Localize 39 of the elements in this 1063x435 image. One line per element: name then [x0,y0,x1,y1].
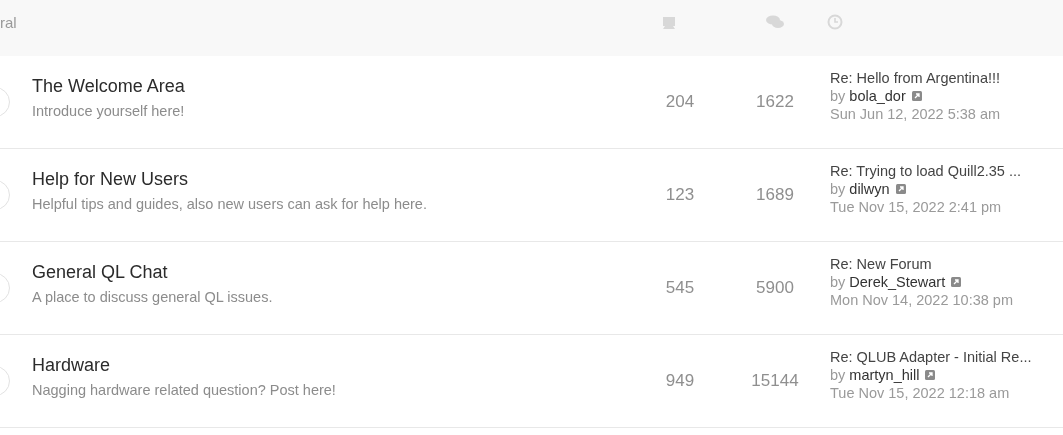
forum-description: Introduce yourself here! [32,102,186,119]
posts-count: 1689 [755,185,795,205]
category-title: ral [0,13,17,31]
topics-count: 123 [664,185,696,205]
go-to-post-icon[interactable] [951,277,962,287]
author-link[interactable]: martyn_hill [849,366,920,384]
by-label: by [830,273,846,291]
topics-count: 545 [664,278,696,298]
author-link[interactable]: bola_dor [849,87,906,105]
forum-title-link[interactable]: The Welcome Area [32,75,632,97]
last-post-link[interactable]: Re: New Forum [830,255,1013,273]
last-post-date: Mon Nov 14, 2022 10:38 pm [830,291,1013,309]
by-label: by [830,366,846,384]
topics-count: 204 [664,92,696,112]
by-label: by [830,87,846,105]
go-to-post-icon[interactable] [925,370,936,380]
author-link[interactable]: dilwyn [849,180,890,198]
author-link[interactable]: Derek_Stewart [849,273,946,291]
forum-title-link[interactable]: Help for New Users [32,168,632,190]
posts-count: 15144 [750,371,800,391]
go-to-post-icon[interactable] [895,184,906,194]
forum-title-link[interactable]: Hardware [32,354,632,376]
last-post-date: Tue Nov 15, 2022 12:18 am [830,384,1011,402]
last-post-link[interactable]: Re: QLUB Adapter - Initial Re... [830,348,1032,366]
last-post-link[interactable]: Re: Trying to load Quill2.35 ... [830,162,1021,180]
last-post-date: Tue Nov 15, 2022 2:41 pm [830,198,1003,216]
clock-icon [827,14,843,30]
forum-description: A place to discuss general QL issues. [32,288,274,305]
forum-description: Nagging hardware related question? Post here! [32,381,337,398]
forum-title-link[interactable]: General QL Chat [32,261,632,283]
posts-count: 1622 [755,92,795,112]
topics-count: 949 [664,371,696,391]
last-post-date: Sun Jun 12, 2022 5:38 am [830,105,1001,123]
by-label: by [830,180,846,198]
last-post-link[interactable]: Re: Hello from Argentina!!! [830,69,1001,87]
go-to-post-icon[interactable] [911,91,922,101]
posts-count: 5900 [755,278,795,298]
chat-bubbles-icon [765,15,785,29]
forum-description: Helpful tips and guides, also new users can ask for help here. [32,195,428,212]
